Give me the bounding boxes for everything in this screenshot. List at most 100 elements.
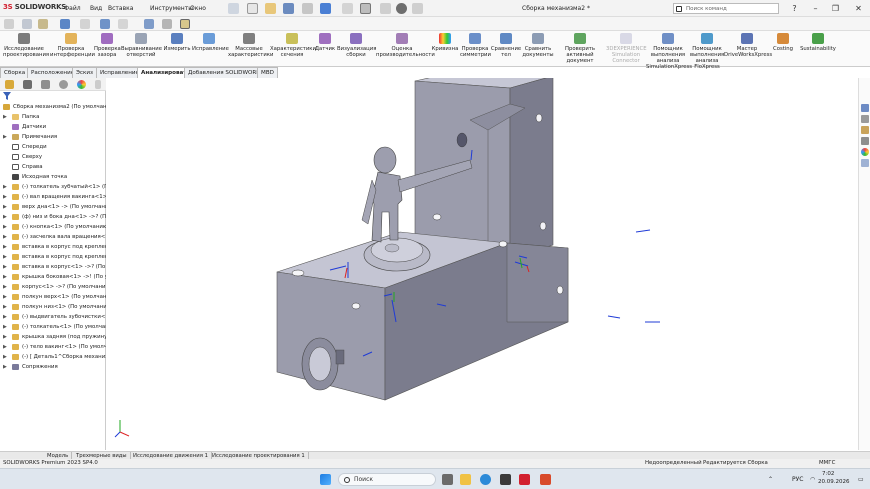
expand-arrow-icon[interactable]: ▶ [3, 342, 7, 352]
graphics-area[interactable] [107, 69, 858, 450]
tree-row[interactable]: ▶ вставка в корпус<1> ->? (По ум... [0, 262, 106, 272]
custom-properties-icon[interactable] [861, 159, 869, 167]
tree-row[interactable]: ▶ (-) [ Деталь1^Сборка механизм... [0, 352, 106, 362]
clock-date[interactable]: 20.09.2026 [818, 479, 850, 485]
rebuild-icon[interactable] [380, 3, 391, 14]
resources-pane-icon[interactable] [861, 115, 869, 123]
undo-icon[interactable] [100, 19, 110, 29]
status-units[interactable]: MMГС [819, 459, 835, 468]
save-icon[interactable] [283, 3, 294, 14]
undo-icon[interactable] [320, 3, 331, 14]
tree-row[interactable]: ▶ Папка [0, 112, 106, 122]
compare-bodies-button[interactable]: Сравнение тел [490, 33, 522, 58]
simulationxpress-button[interactable]: Помощник выполнения анализа SimulationXpres… [646, 33, 692, 70]
home-icon[interactable] [228, 3, 239, 14]
interference-check-button[interactable]: Проверка интерференции [50, 33, 95, 58]
tree-row[interactable]: ▶ крышка задняя (под пружину<1... [0, 332, 106, 342]
tree-row[interactable]: ▶ корпус<1> ->? (По умолчанию)... [0, 282, 106, 292]
expand-arrow-icon[interactable]: ▶ [3, 112, 7, 122]
tab-assembly[interactable]: Сборка [0, 67, 30, 78]
tree-row[interactable]: ▶ крышка боковая<1> ->! (По ум... [0, 272, 106, 282]
driveworksxpress-button[interactable]: Мастер DriveWorksXpress [724, 33, 772, 58]
menu-view[interactable]: Вид [90, 5, 102, 12]
tree-row[interactable]: ▶ верх дна<1> -> (По умолчанию... [0, 202, 106, 212]
expand-arrow-icon[interactable]: ▶ [3, 362, 7, 372]
app-icon[interactable] [540, 474, 551, 485]
tree-row[interactable]: Сверху [0, 152, 106, 162]
file-explorer-icon[interactable] [861, 137, 869, 145]
tab-layout[interactable]: Расположение [27, 67, 79, 78]
display-manager-tab-icon[interactable] [77, 80, 86, 89]
compare-documents-button[interactable]: Сравнить документы [522, 33, 554, 58]
wifi-icon[interactable]: ◠ [810, 476, 815, 483]
expand-arrow-icon[interactable]: ▶ [3, 262, 7, 272]
expand-arrow-icon[interactable]: ▶ [3, 242, 7, 252]
tree-row[interactable]: ▶ (-) засчелка вала вращения<1>... [0, 232, 106, 242]
expand-arrow-icon[interactable]: ▶ [3, 252, 7, 262]
tree-row[interactable]: ▶ (-) толкатель зубчатый<1> (По у... [0, 182, 106, 192]
tab-sketch[interactable]: Эскиз [72, 67, 97, 78]
close-button[interactable]: ✕ [852, 2, 865, 15]
print-icon[interactable] [302, 3, 313, 14]
file-properties-icon[interactable] [162, 19, 172, 29]
tree-row[interactable]: ▶ полкун низ<1> (По умолчанию)... [0, 302, 106, 312]
sensor-button[interactable]: Датчик [314, 33, 336, 52]
tree-row[interactable]: ▶ (-) кнопка<1> (По умолчанию)... [0, 222, 106, 232]
tab-addins[interactable]: Добавления SOLIDWORKS [184, 67, 268, 78]
symmetry-check-button[interactable]: Проверка симметрии [460, 33, 491, 58]
sustainability-button[interactable]: Sustainability [798, 33, 838, 52]
hole-alignment-button[interactable]: Выравнивание отверстий [121, 33, 162, 58]
floxpress-button[interactable]: Помощник выполнения анализа FloXpress [690, 33, 724, 70]
tree-row[interactable]: Справа [0, 162, 106, 172]
fix-button[interactable]: Исправление [192, 33, 229, 52]
menu-file[interactable]: Файл [64, 5, 81, 12]
chevron-up-icon[interactable]: ⌃ [768, 476, 773, 483]
tree-row[interactable]: ▶ полкун верх<1> (По умолчанию... [0, 292, 106, 302]
tree-row[interactable]: ▶ (-) тело вакинг<1> (По умолчан... [0, 342, 106, 352]
options-icon[interactable] [180, 19, 190, 29]
tab-fix[interactable]: Исправление [96, 67, 143, 78]
tree-row[interactable]: ▶ (-) вал вращения вакинга<1> (П... [0, 192, 106, 202]
expand-arrow-icon[interactable]: ▶ [3, 192, 7, 202]
open-folder-icon[interactable] [265, 3, 276, 14]
performance-evaluation-button[interactable]: Оценка производительности [376, 33, 435, 58]
expand-arrow-icon[interactable]: ▶ [3, 302, 7, 312]
expand-arrow-icon[interactable]: ▶ [3, 182, 7, 192]
search-commands-input[interactable]: Поиск команд [673, 3, 779, 14]
mass-properties-button[interactable]: Массовые характеристики [228, 33, 273, 58]
new-icon[interactable] [22, 19, 32, 29]
section-properties-button[interactable]: Характеристики сечения [270, 33, 316, 58]
expand-arrow-icon[interactable]: ▶ [3, 282, 7, 292]
home-pane-icon[interactable] [861, 104, 869, 112]
tree-row[interactable]: ▶ вставка в корпус под крепление... [0, 252, 106, 262]
store-icon[interactable] [500, 474, 511, 485]
options-dropdown-icon[interactable] [412, 3, 423, 14]
feature-tree-tab-icon[interactable] [5, 80, 14, 89]
expand-arrow-icon[interactable]: ▶ [3, 212, 7, 222]
help-icon[interactable]: ? [788, 2, 801, 15]
save-icon[interactable] [60, 19, 70, 29]
clock-time[interactable]: 7:02 [822, 471, 834, 477]
select-cursor-icon[interactable] [360, 3, 371, 14]
expand-arrow-icon[interactable]: ▶ [3, 352, 7, 362]
curvature-button[interactable]: Кривизна [430, 33, 460, 52]
task-view-icon[interactable] [442, 474, 453, 485]
open-icon[interactable] [38, 19, 48, 29]
solidworks-icon[interactable] [519, 474, 530, 485]
print-icon[interactable] [80, 19, 90, 29]
measure-button[interactable]: Измерить [162, 33, 192, 52]
tree-row[interactable]: Сборка механизма2 (По умолчани... [0, 102, 106, 112]
expand-arrow-icon[interactable]: ▶ [3, 272, 7, 282]
tree-row[interactable]: Спереди [0, 142, 106, 152]
redo-icon[interactable] [342, 3, 353, 14]
taskbar-search[interactable]: Поиск [338, 473, 436, 486]
3dexperience-connector-button[interactable]: 3DEXPERIENCE Simulation Connector [606, 33, 647, 64]
tab-mbd[interactable]: MBD [257, 67, 278, 78]
tree-row[interactable]: ▶ (-) толкатель<1> (По умолчани... [0, 322, 106, 332]
dimxpert-tab-icon[interactable] [59, 80, 68, 89]
notifications-icon[interactable]: ▭ [858, 476, 864, 483]
expand-arrow-icon[interactable]: ▶ [3, 232, 7, 242]
windows-start-icon[interactable] [320, 474, 331, 485]
new-document-icon[interactable] [247, 3, 258, 14]
gear-icon[interactable] [396, 3, 407, 14]
